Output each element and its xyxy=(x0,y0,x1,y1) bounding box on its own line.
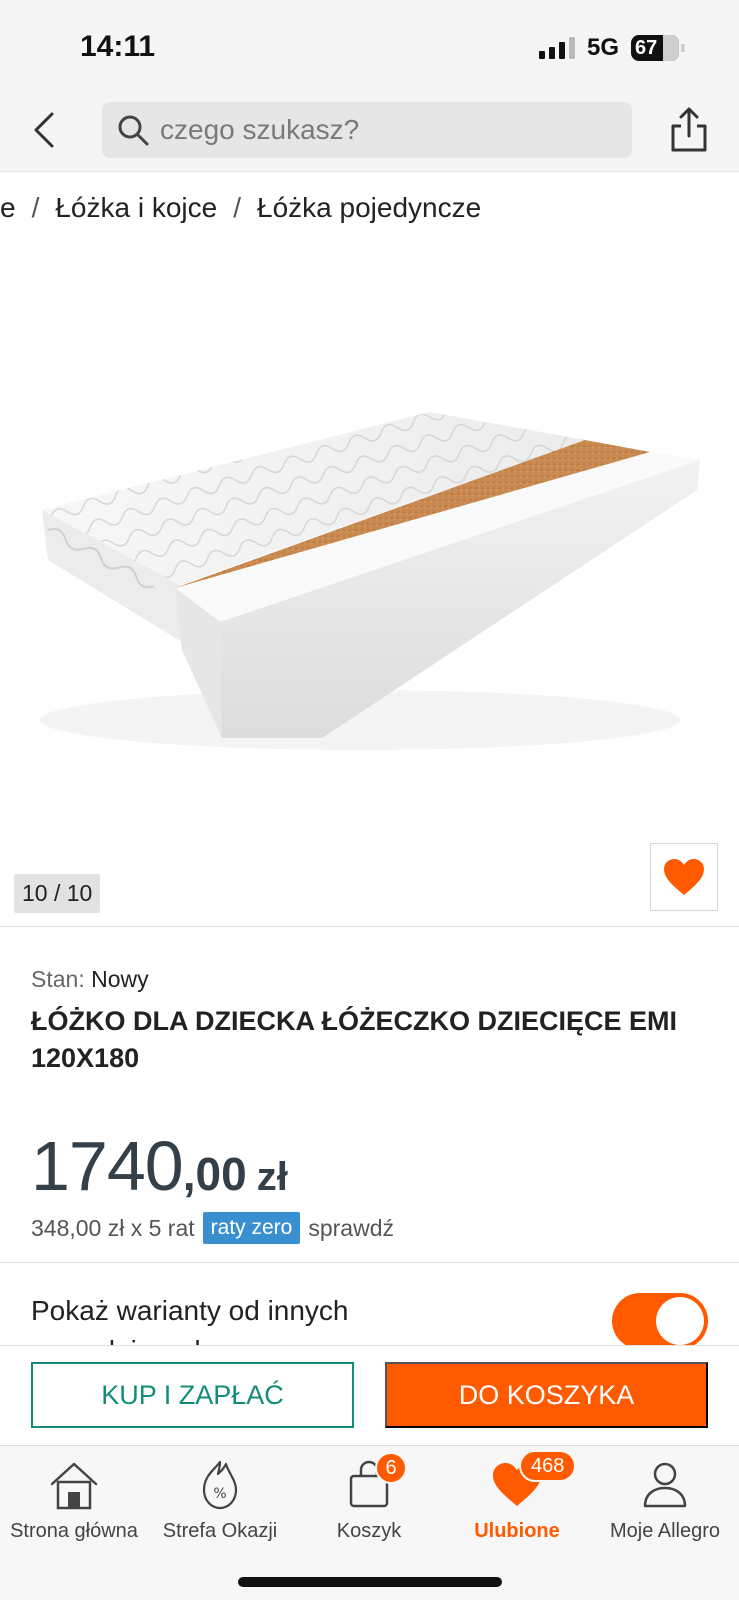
nav-cart[interactable]: 6 Koszyk xyxy=(295,1452,443,1556)
status-bar: 14:11 5G 67 xyxy=(0,0,739,96)
condition: Stan: Nowy xyxy=(31,966,149,993)
search-icon xyxy=(118,115,149,146)
breadcrumb: e / Łóżka i kojce / Łóżka pojedyncze xyxy=(0,192,481,224)
search-bar[interactable] xyxy=(102,102,632,158)
raty-zero-badge: raty zero xyxy=(202,1212,301,1244)
svg-text:%: % xyxy=(213,1486,226,1502)
favorite-button[interactable] xyxy=(650,843,718,911)
battery-level: 67 xyxy=(635,36,658,59)
share-icon xyxy=(671,107,707,152)
price-integer: 1740 xyxy=(31,1127,184,1205)
divider xyxy=(0,926,739,927)
battery-icon: 67 xyxy=(631,35,685,61)
nav-my-allegro[interactable]: Moje Allegro xyxy=(591,1456,739,1556)
nav-label: Strona główna xyxy=(10,1520,138,1542)
product-title: ŁÓŻKO DLA DZIECKA ŁÓŻECZKO DZIECIĘCE EMI… xyxy=(31,1006,677,1073)
variants-toggle[interactable] xyxy=(612,1293,708,1345)
action-bar: KUP I ZAPŁAĆ DO KOSZYKA xyxy=(0,1345,739,1445)
share-button[interactable] xyxy=(669,106,709,152)
condition-value: Nowy xyxy=(91,966,149,992)
network-type: 5G xyxy=(586,34,619,61)
top-header xyxy=(0,96,739,172)
variants-row: Pokaż warianty od innych sprzedających xyxy=(0,1263,739,1345)
nav-label: Moje Allegro xyxy=(609,1520,721,1542)
status-indicators: 5G 67 xyxy=(538,34,685,62)
price-currency: zł xyxy=(256,1155,288,1199)
variants-label: Pokaż warianty od innych sprzedających xyxy=(31,1295,349,1345)
product-image[interactable] xyxy=(0,360,739,800)
toggle-knob xyxy=(656,1297,704,1345)
back-button[interactable] xyxy=(26,110,66,150)
heart-icon xyxy=(664,859,704,895)
nav-label: Strefa Okazji xyxy=(162,1520,278,1542)
installment-text: 348,00 zł x 5 rat xyxy=(31,1214,195,1241)
breadcrumb-item[interactable]: e xyxy=(0,192,16,224)
condition-label: Stan: xyxy=(31,966,85,992)
chevron-left-icon xyxy=(34,112,54,148)
nav-label: Koszyk xyxy=(336,1520,402,1542)
nav-favorites[interactable]: 468 Ulubione xyxy=(443,1450,591,1556)
installments: 348,00 zł x 5 rat raty zero sprawdź xyxy=(31,1212,394,1244)
nav-deals[interactable]: % Strefa Okazji xyxy=(146,1456,294,1556)
image-counter: 10 / 10 xyxy=(14,874,101,913)
price-decimal: ,00 xyxy=(182,1148,247,1200)
installment-check-link[interactable]: sprawdź xyxy=(308,1215,394,1242)
cart-count-badge: 6 xyxy=(375,1452,407,1484)
add-to-cart-button[interactable]: DO KOSZYKA xyxy=(385,1362,708,1428)
home-indicator xyxy=(238,1577,502,1587)
signal-icon xyxy=(538,37,575,59)
breadcrumb-item[interactable]: Łóżka pojedyncze xyxy=(257,192,481,224)
cart-icon-wrap: 6 xyxy=(341,1452,407,1512)
search-input[interactable] xyxy=(160,114,600,146)
deals-icon: % xyxy=(202,1460,238,1510)
breadcrumb-separator: / xyxy=(233,192,242,223)
heart-icon-wrap: 468 xyxy=(489,1450,577,1512)
favorites-count-badge: 468 xyxy=(519,1450,577,1482)
user-icon xyxy=(643,1462,687,1508)
home-icon xyxy=(50,1462,98,1510)
nav-label: Ulubione xyxy=(474,1520,560,1542)
buy-now-button[interactable]: KUP I ZAPŁAĆ xyxy=(31,1362,354,1428)
breadcrumb-separator: / xyxy=(31,192,40,223)
nav-home[interactable]: Strona główna xyxy=(0,1456,148,1556)
price: 1740 ,00 zł xyxy=(31,1126,288,1206)
mattress-image xyxy=(40,412,700,750)
breadcrumb-item[interactable]: Łóżka i kojce xyxy=(55,192,217,224)
status-time: 14:11 xyxy=(80,30,156,63)
